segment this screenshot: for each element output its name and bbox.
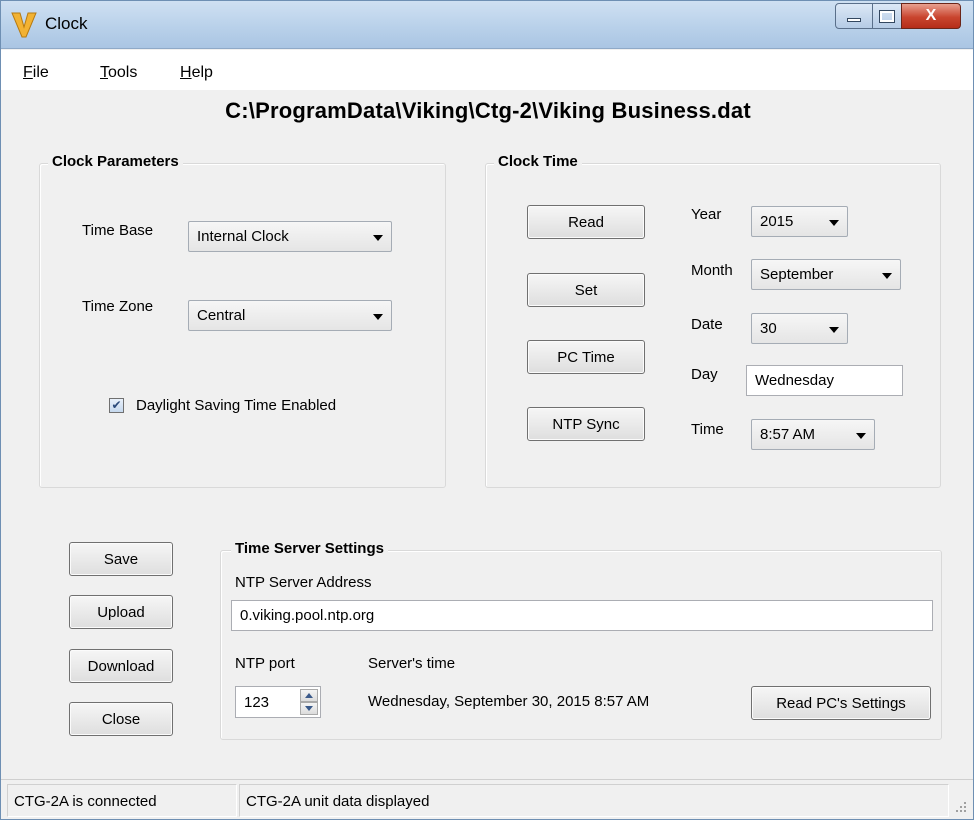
window-title: Clock	[45, 14, 88, 33]
read-pc-settings-button[interactable]: Read PC's Settings	[751, 686, 931, 720]
date-label: Date	[691, 316, 723, 333]
close-button[interactable]: Close	[69, 702, 173, 736]
ntp-port-stepper[interactable]: 123	[235, 686, 321, 718]
chevron-down-icon	[882, 273, 892, 279]
time-zone-value: Central	[197, 307, 246, 324]
caption-buttons: X	[835, 3, 961, 29]
ntp-port-label: NTP port	[235, 655, 295, 672]
time-server-group: Time Server Settings NTP Server Address …	[220, 540, 942, 740]
minimize-button[interactable]	[835, 3, 873, 29]
time-value: 8:57 AM	[760, 426, 816, 443]
clock-time-group: Clock Time Read Set PC Time NTP Sync Yea…	[485, 153, 941, 488]
dst-checkbox[interactable]: ✔	[109, 398, 124, 413]
download-button[interactable]: Download	[69, 649, 173, 683]
spin-down-button[interactable]	[300, 702, 318, 715]
save-button[interactable]: Save	[69, 542, 173, 576]
server-time-value: Wednesday, September 30, 2015 8:57 AM	[368, 693, 650, 710]
clock-parameters-title: Clock Parameters	[48, 153, 183, 170]
month-select[interactable]: September	[751, 259, 901, 290]
clock-window: Clock X File Tools Help C:\ProgramData\V…	[0, 0, 974, 820]
year-label: Year	[691, 206, 722, 223]
minimize-icon	[847, 18, 861, 22]
date-value: 30	[760, 320, 777, 337]
arrow-down-icon	[305, 706, 313, 711]
menu-file-accel: F	[23, 64, 33, 81]
status-connection: CTG-2A is connected	[7, 784, 237, 817]
title-bar[interactable]: Clock X	[1, 1, 973, 49]
maximize-icon	[879, 9, 895, 23]
menu-help-accel: H	[180, 64, 192, 81]
clock-time-title: Clock Time	[494, 153, 582, 170]
chevron-down-icon	[373, 314, 383, 320]
menu-help-label: elp	[191, 64, 213, 81]
menu-tools-label: ools	[108, 64, 138, 81]
time-zone-label: Time Zone	[82, 298, 154, 315]
clock-parameters-group: Clock Parameters Time Base Internal Cloc…	[39, 153, 446, 488]
day-label: Day	[691, 366, 718, 383]
menu-file[interactable]: File	[23, 64, 49, 82]
date-select[interactable]: 30	[751, 313, 848, 344]
port-spin-buttons	[300, 689, 318, 715]
time-base-select[interactable]: Internal Clock	[188, 221, 392, 252]
month-label: Month	[691, 262, 733, 279]
status-message: CTG-2A unit data displayed	[239, 784, 949, 817]
time-label: Time	[691, 421, 724, 438]
ntp-port-value: 123	[244, 694, 270, 711]
year-select[interactable]: 2015	[751, 206, 848, 237]
dst-label: Daylight Saving Time Enabled	[136, 397, 337, 414]
spin-up-button[interactable]	[300, 689, 318, 702]
upload-button[interactable]: Upload	[69, 595, 173, 629]
day-field[interactable]: Wednesday	[746, 365, 903, 396]
chevron-down-icon	[373, 235, 383, 241]
ntp-sync-button[interactable]: NTP Sync	[527, 407, 645, 441]
chevron-down-icon	[856, 433, 866, 439]
ntp-address-label: NTP Server Address	[235, 574, 372, 591]
pc-time-button[interactable]: PC Time	[527, 340, 645, 374]
read-button[interactable]: Read	[527, 205, 645, 239]
ntp-address-field[interactable]: 0.viking.pool.ntp.org	[231, 600, 933, 631]
arrow-up-icon	[305, 693, 313, 698]
maximize-button[interactable]	[872, 3, 902, 29]
menu-tools-accel: T	[100, 64, 108, 81]
server-time-label: Server's time	[368, 655, 456, 672]
close-window-button[interactable]: X	[901, 3, 961, 29]
time-select[interactable]: 8:57 AM	[751, 419, 875, 450]
close-icon: X	[925, 7, 937, 24]
file-path-title: C:\ProgramData\Viking\Ctg-2\Viking Busin…	[225, 98, 751, 123]
time-base-label: Time Base	[82, 222, 154, 239]
set-button[interactable]: Set	[527, 273, 645, 307]
time-zone-select[interactable]: Central	[188, 300, 392, 331]
menu-bar: File Tools Help	[1, 50, 973, 90]
menu-help[interactable]: Help	[180, 64, 213, 82]
time-base-value: Internal Clock	[197, 228, 289, 245]
time-server-title: Time Server Settings	[231, 540, 388, 557]
menu-tools[interactable]: Tools	[100, 64, 137, 82]
status-bar: CTG-2A is connected CTG-2A unit data dis…	[1, 779, 973, 819]
checkmark-icon: ✔	[111, 398, 122, 412]
month-value: September	[760, 266, 834, 283]
chevron-down-icon	[829, 327, 839, 333]
chevron-down-icon	[829, 220, 839, 226]
menu-file-label: ile	[32, 64, 49, 81]
resize-grip-icon[interactable]	[955, 801, 967, 813]
viking-v-logo-icon	[11, 12, 37, 38]
year-value: 2015	[760, 213, 794, 230]
